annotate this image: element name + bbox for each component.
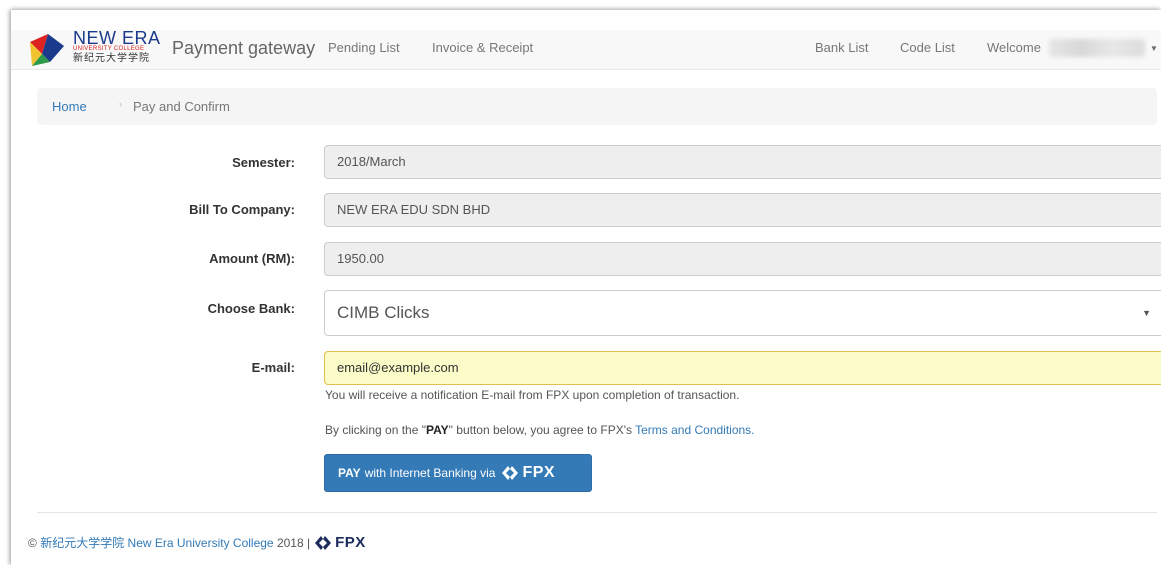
terms-link[interactable]: Terms and Conditions.: [635, 423, 754, 437]
bank-label: Choose Bank:: [207, 301, 295, 316]
app-title[interactable]: Payment gateway: [172, 38, 315, 59]
brand-name-en: NEW ERA: [73, 31, 161, 45]
amount-field: 1950.00: [324, 242, 1161, 276]
pay-button-text: with Internet Banking via: [364, 466, 496, 480]
copyright-symbol: ©: [28, 535, 37, 550]
footer-en-name-link[interactable]: New Era University College: [128, 536, 274, 550]
nav-code-list[interactable]: Code List: [900, 40, 955, 55]
semester-field: 2018/March: [324, 145, 1161, 179]
email-input[interactable]: email@example.com: [324, 351, 1161, 385]
pay-button[interactable]: PAY with Internet Banking via FPX: [324, 454, 592, 492]
footer-fpx-text: FPX: [335, 534, 366, 551]
breadcrumb: Home › Pay and Confirm: [37, 88, 1157, 125]
navbar: NEW ERA UNIVERSITY COLLEGE 新纪元大学学院 Payme…: [11, 30, 1161, 70]
chevron-down-icon[interactable]: ▼: [1150, 44, 1158, 53]
nav-invoice-receipt[interactable]: Invoice & Receipt: [432, 40, 533, 55]
brand-name-zh: 新纪元大学学院: [73, 53, 150, 64]
company-label: Bill To Company:: [189, 202, 295, 217]
company-field: NEW ERA EDU SDN BHD: [324, 193, 1161, 227]
email-notification-help: You will receive a notification E-mail f…: [325, 388, 740, 402]
footer-divider: [37, 512, 1157, 513]
pay-button-bold: PAY: [338, 466, 361, 480]
browser-window: NEW ERA UNIVERSITY COLLEGE 新纪元大学学院 Payme…: [11, 10, 1161, 565]
brand-text: NEW ERA UNIVERSITY COLLEGE 新纪元大学学院: [73, 31, 161, 64]
agree-pay-bold: PAY: [425, 423, 449, 437]
nav-pending-list[interactable]: Pending List: [328, 40, 400, 55]
agree-prefix: By clicking on the ": [325, 423, 426, 437]
footer-fpx-logo: FPX: [314, 534, 366, 551]
new-era-logo-icon[interactable]: [28, 32, 66, 68]
fpx-diamond-icon: [315, 535, 332, 550]
fpx-logo: FPX: [501, 464, 555, 482]
blurred-username[interactable]: [1049, 39, 1145, 57]
amount-label: Amount (RM):: [209, 251, 295, 266]
fpx-diamond-icon: [502, 466, 519, 480]
footer: © 新纪元大学学院 New Era University College 201…: [28, 534, 366, 551]
nav-bank-list[interactable]: Bank List: [815, 40, 868, 55]
nav-welcome-user[interactable]: Welcome: [987, 40, 1041, 55]
bank-select-value: CIMB Clicks: [337, 303, 430, 322]
footer-year: 2018 |: [276, 535, 311, 550]
semester-label: Semester:: [232, 155, 295, 170]
footer-zh-name-link[interactable]: 新纪元大学学院: [40, 534, 124, 551]
breadcrumb-home[interactable]: Home: [52, 99, 87, 114]
brand-subtitle: UNIVERSITY COLLEGE: [73, 46, 145, 52]
breadcrumb-separator-icon: ›: [119, 99, 122, 109]
agree-mid: " button below, you agree to FPX's: [448, 423, 636, 437]
breadcrumb-current: Pay and Confirm: [133, 99, 230, 114]
fpx-logo-text: FPX: [522, 464, 556, 481]
bank-select[interactable]: CIMB Clicks ▼: [324, 290, 1161, 336]
terms-agreement-text: By clicking on the "PAY" button below, y…: [325, 423, 755, 437]
email-label: E-mail:: [251, 360, 295, 375]
chevron-down-icon: ▼: [1142, 308, 1151, 318]
